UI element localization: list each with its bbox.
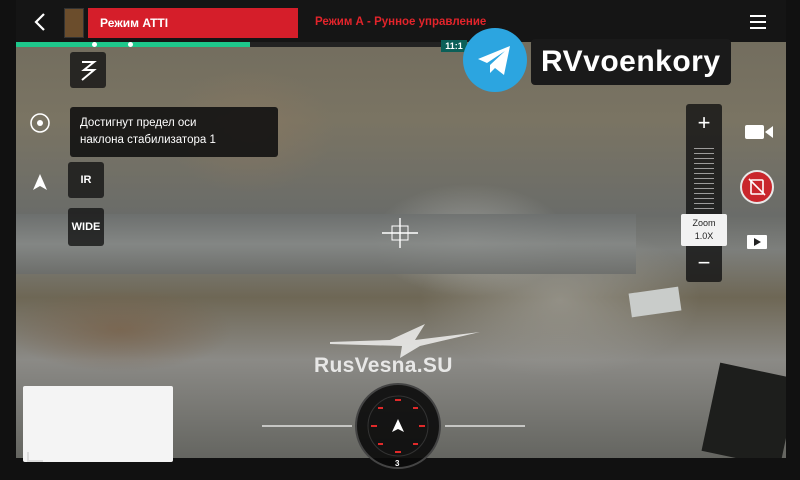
road xyxy=(16,214,636,274)
compass-dial-icon xyxy=(367,395,429,457)
gimbal-button[interactable] xyxy=(70,52,106,88)
attitude-bar-right xyxy=(445,425,525,427)
playback-icon[interactable] xyxy=(746,234,768,250)
zoom-slider[interactable] xyxy=(694,148,714,212)
feed-thumbnail[interactable] xyxy=(64,8,84,38)
tooltip-line-2: наклона стабилизатора 1 xyxy=(80,134,216,146)
attitude-bar-left xyxy=(262,425,352,427)
progress-marker xyxy=(92,42,97,47)
zoom-out-button[interactable]: − xyxy=(686,250,722,276)
letterbox-left xyxy=(0,0,16,480)
compass: 3 xyxy=(355,383,441,469)
tooltip-line-1: Достигнут предел оси xyxy=(80,117,197,129)
menu-icon[interactable] xyxy=(748,13,768,31)
wide-button[interactable]: WIDE xyxy=(68,208,104,246)
zoom-panel: + − xyxy=(686,104,722,282)
expand-corner-icon[interactable] xyxy=(27,452,43,462)
back-icon[interactable] xyxy=(30,10,50,34)
compass-heading-marker: 3 xyxy=(395,459,400,468)
ir-button[interactable]: IR xyxy=(68,162,104,198)
video-camera-icon[interactable] xyxy=(744,122,774,142)
zoom-indicator[interactable]: Zoom 1.0X xyxy=(681,214,727,246)
letterbox-right xyxy=(786,0,800,480)
minimap[interactable] xyxy=(23,386,173,462)
progress-marker xyxy=(128,42,133,47)
telegram-icon xyxy=(463,28,527,92)
flight-mode-description: Режим А - Рунное управление xyxy=(315,16,487,28)
video-progress-bar[interactable] xyxy=(16,42,441,47)
flight-mode-badge[interactable]: Режим ATTI xyxy=(88,8,298,38)
zoom-title: Zoom xyxy=(692,218,716,228)
rusvesna-watermark: RusVesna.SU xyxy=(314,354,453,377)
crosshair-reticle xyxy=(382,218,418,248)
gimbal-limit-tooltip: Достигнут предел оси наклона стабилизато… xyxy=(70,107,278,157)
zoom-in-button[interactable]: + xyxy=(686,110,722,136)
navigation-arrow-icon[interactable] xyxy=(30,172,50,192)
zoom-value: 1.0X xyxy=(694,231,714,241)
record-button[interactable] xyxy=(740,170,774,204)
telegram-channel-label: RVvoenkory xyxy=(531,39,731,85)
sensor-icon[interactable] xyxy=(28,110,52,136)
